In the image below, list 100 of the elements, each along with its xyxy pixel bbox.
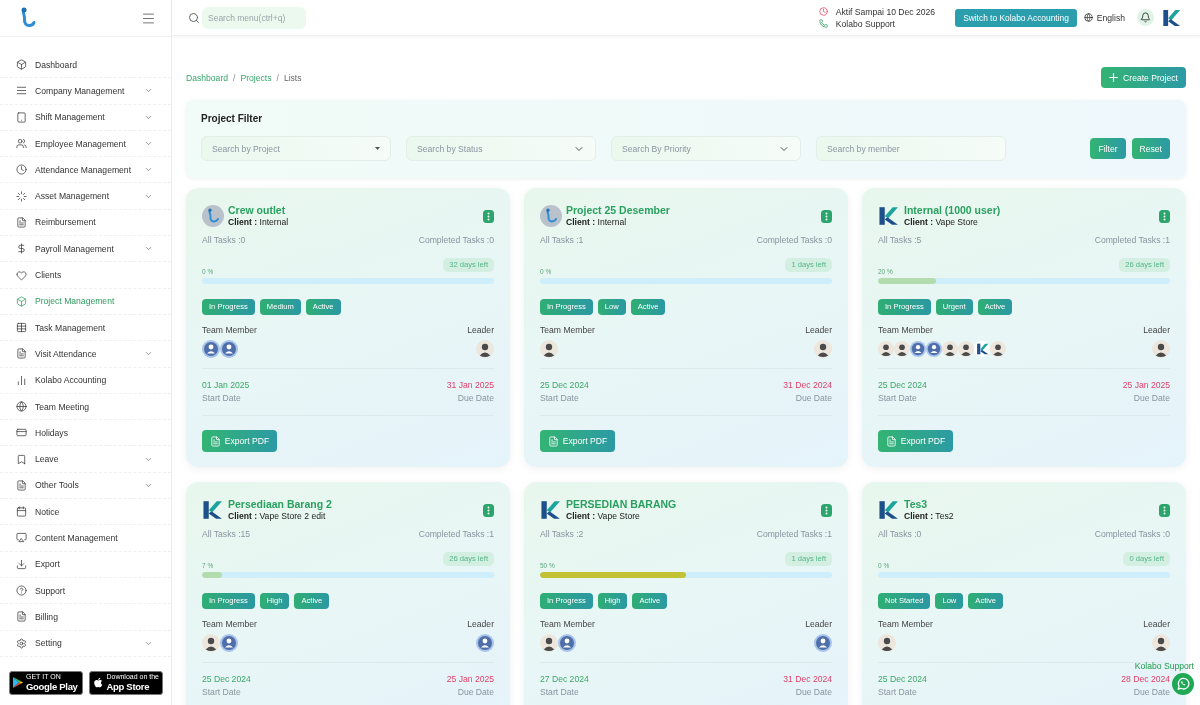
start-date-label: Start Date <box>202 687 241 697</box>
clock-icon <box>818 7 828 16</box>
caret-icon <box>375 147 380 150</box>
language-selector[interactable]: English <box>1083 12 1125 23</box>
menu-icon[interactable] <box>141 10 156 26</box>
table-icon <box>16 322 27 334</box>
subscription-text: Aktif Sampai 10 Dec 2026 <box>835 6 936 17</box>
sidebar-item[interactable]: Notice <box>0 499 171 526</box>
sidebar-item[interactable]: Team Meeting <box>0 393 171 421</box>
sidebar-item[interactable]: Other Tools <box>0 472 171 500</box>
client-text: Client : Vape Store 2 edit <box>228 511 327 522</box>
phone-icon <box>818 19 828 28</box>
search-field[interactable]: Search menu(ctrl+q) <box>202 6 306 29</box>
avatar-icon <box>476 340 494 358</box>
sidebar-item[interactable]: Payroll Management <box>0 236 171 263</box>
sidebar-item[interactable]: Reimbursement <box>0 209 171 237</box>
sidebar-item[interactable]: Visit Attendance <box>0 341 171 368</box>
sidebar-item[interactable]: Dashboard <box>0 52 171 79</box>
screen-icon <box>16 532 27 544</box>
card-icon <box>16 427 27 439</box>
sidebar-item[interactable]: Clients <box>0 262 171 289</box>
breadcrumb-separator: / <box>233 72 236 83</box>
sidebar-item[interactable]: Setting <box>0 630 171 657</box>
users-icon <box>16 138 27 150</box>
more-icon[interactable] <box>821 503 832 517</box>
due-date-text: 25 Jan 2025 <box>1122 380 1170 390</box>
user-icon <box>910 341 926 357</box>
sidebar-item[interactable]: Kolabo Accounting <box>0 367 171 394</box>
apple-icon <box>93 677 104 689</box>
sidebar-item[interactable]: Attendance Management <box>0 157 171 184</box>
task-count-text: All Tasks :0 <box>878 529 922 539</box>
sidebar-item[interactable]: Billing <box>0 604 171 631</box>
client-text: Client : Internal <box>228 217 289 228</box>
client-text: Client : Internal <box>566 217 628 228</box>
logo-icon[interactable] <box>1162 7 1182 28</box>
avatar-icon <box>540 634 558 652</box>
sidebar-item[interactable]: Export <box>0 551 171 578</box>
avatar-icon <box>540 340 558 358</box>
sidebar-item[interactable]: Asset Management <box>0 183 171 210</box>
more-icon[interactable] <box>821 209 832 223</box>
more-icon[interactable] <box>1159 503 1170 517</box>
sidebar-item[interactable]: Holidays <box>0 420 171 447</box>
due-date-label: Due Date <box>457 393 494 403</box>
sidebar-item[interactable]: Employee Management <box>0 130 171 158</box>
due-date-text: 25 Jan 2025 <box>446 674 494 684</box>
sidebar-item[interactable]: Support <box>0 577 171 605</box>
leader-label: Leader <box>1143 619 1170 630</box>
sidebar-item[interactable]: Leave <box>0 446 171 473</box>
sidebar-item[interactable]: Shift Management <box>0 104 171 131</box>
more-icon[interactable] <box>483 209 494 223</box>
start-date-text: 25 Dec 2024 <box>540 380 589 390</box>
avatar-icon <box>1152 340 1170 358</box>
heart-icon <box>16 269 27 281</box>
globe-icon <box>1083 13 1093 22</box>
avatar-icon <box>894 341 910 357</box>
task-count-text: All Tasks :1 <box>540 235 584 245</box>
team-member-label: Team Member <box>202 619 257 630</box>
help-icon <box>16 585 27 597</box>
due-date-text: 31 Dec 2024 <box>783 380 832 390</box>
completed-count-text: Completed Tasks :1 <box>418 529 494 539</box>
logo-icon[interactable] <box>19 7 36 29</box>
settings-icon <box>16 637 27 649</box>
completed-count-text: Completed Tasks :0 <box>1094 529 1170 539</box>
due-date-label: Due Date <box>795 687 832 697</box>
more-icon[interactable] <box>483 503 494 517</box>
sidebar-item[interactable]: Project Management <box>0 288 171 315</box>
bell-icon[interactable] <box>1137 9 1154 26</box>
avatar-icon <box>990 341 1006 357</box>
user-icon <box>220 634 238 652</box>
sidebar-item[interactable]: Company Management <box>0 78 171 105</box>
support-link[interactable]: Kolabo Support <box>835 18 895 29</box>
team-member-label: Team Member <box>878 325 933 336</box>
team-member-label: Team Member <box>540 619 595 630</box>
chat-icon[interactable] <box>1172 673 1194 695</box>
document-icon <box>885 435 897 447</box>
team-member-label: Team Member <box>202 325 257 336</box>
input-field[interactable]: Search by member <box>816 136 1006 161</box>
search-icon[interactable] <box>188 11 200 24</box>
download-icon <box>16 558 27 570</box>
start-date-text: 25 Dec 2024 <box>202 674 251 684</box>
more-icon[interactable] <box>1159 209 1170 223</box>
sidebar-item[interactable]: Task Management <box>0 314 171 342</box>
team-member-label: Team Member <box>540 325 595 336</box>
start-date-label: Start Date <box>878 393 917 403</box>
sidebar-item[interactable]: Content Management <box>0 525 171 552</box>
completed-count-text: Completed Tasks :1 <box>756 529 832 539</box>
document-icon <box>209 435 221 447</box>
breadcrumb-current-text: Lists <box>283 72 302 83</box>
document-icon <box>547 435 559 447</box>
play-triangle-icon <box>13 677 23 689</box>
bookmark-icon <box>16 453 27 465</box>
due-date-label: Due Date <box>795 393 832 403</box>
user-icon <box>926 341 942 357</box>
plus-icon <box>1107 71 1121 84</box>
start-date-text: 27 Dec 2024 <box>540 674 589 684</box>
cube-icon <box>16 59 27 71</box>
leader-label: Leader <box>805 325 832 336</box>
task-count-text: All Tasks :15 <box>202 529 251 539</box>
task-count-text: All Tasks :5 <box>878 235 922 245</box>
cube-icon <box>16 295 27 307</box>
